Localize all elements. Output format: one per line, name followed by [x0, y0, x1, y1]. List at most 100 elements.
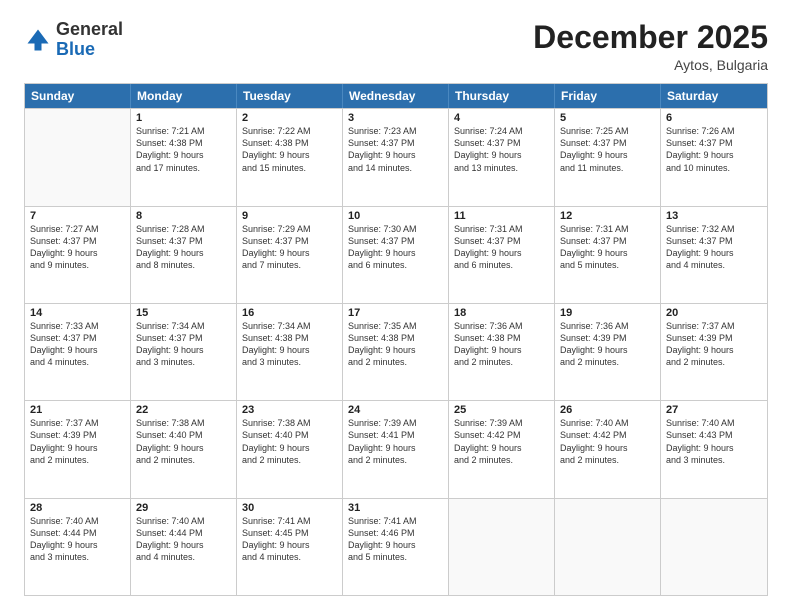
calendar-cell	[555, 499, 661, 595]
cell-info: Sunrise: 7:28 AM Sunset: 4:37 PM Dayligh…	[136, 223, 231, 272]
calendar-row: 14Sunrise: 7:33 AM Sunset: 4:37 PM Dayli…	[25, 303, 767, 400]
cell-info: Sunrise: 7:26 AM Sunset: 4:37 PM Dayligh…	[666, 125, 762, 174]
day-number: 8	[136, 210, 231, 222]
cell-info: Sunrise: 7:37 AM Sunset: 4:39 PM Dayligh…	[666, 320, 762, 369]
calendar-row: 1Sunrise: 7:21 AM Sunset: 4:38 PM Daylig…	[25, 108, 767, 205]
calendar-cell: 16Sunrise: 7:34 AM Sunset: 4:38 PM Dayli…	[237, 304, 343, 400]
calendar-cell: 3Sunrise: 7:23 AM Sunset: 4:37 PM Daylig…	[343, 109, 449, 205]
calendar-cell: 28Sunrise: 7:40 AM Sunset: 4:44 PM Dayli…	[25, 499, 131, 595]
calendar-cell: 26Sunrise: 7:40 AM Sunset: 4:42 PM Dayli…	[555, 401, 661, 497]
weekday-header: Tuesday	[237, 84, 343, 108]
day-number: 28	[30, 502, 125, 514]
calendar-cell: 7Sunrise: 7:27 AM Sunset: 4:37 PM Daylig…	[25, 207, 131, 303]
cell-info: Sunrise: 7:22 AM Sunset: 4:38 PM Dayligh…	[242, 125, 337, 174]
cell-info: Sunrise: 7:39 AM Sunset: 4:42 PM Dayligh…	[454, 417, 549, 466]
calendar-cell: 24Sunrise: 7:39 AM Sunset: 4:41 PM Dayli…	[343, 401, 449, 497]
calendar-cell	[661, 499, 767, 595]
weekday-header: Saturday	[661, 84, 767, 108]
cell-info: Sunrise: 7:27 AM Sunset: 4:37 PM Dayligh…	[30, 223, 125, 272]
calendar-cell: 14Sunrise: 7:33 AM Sunset: 4:37 PM Dayli…	[25, 304, 131, 400]
calendar-cell: 20Sunrise: 7:37 AM Sunset: 4:39 PM Dayli…	[661, 304, 767, 400]
day-number: 11	[454, 210, 549, 222]
calendar-cell: 15Sunrise: 7:34 AM Sunset: 4:37 PM Dayli…	[131, 304, 237, 400]
calendar-cell: 4Sunrise: 7:24 AM Sunset: 4:37 PM Daylig…	[449, 109, 555, 205]
calendar-header: SundayMondayTuesdayWednesdayThursdayFrid…	[25, 84, 767, 108]
cell-info: Sunrise: 7:37 AM Sunset: 4:39 PM Dayligh…	[30, 417, 125, 466]
calendar-cell: 23Sunrise: 7:38 AM Sunset: 4:40 PM Dayli…	[237, 401, 343, 497]
cell-info: Sunrise: 7:39 AM Sunset: 4:41 PM Dayligh…	[348, 417, 443, 466]
calendar-cell: 13Sunrise: 7:32 AM Sunset: 4:37 PM Dayli…	[661, 207, 767, 303]
location-subtitle: Aytos, Bulgaria	[533, 57, 768, 73]
cell-info: Sunrise: 7:23 AM Sunset: 4:37 PM Dayligh…	[348, 125, 443, 174]
cell-info: Sunrise: 7:41 AM Sunset: 4:46 PM Dayligh…	[348, 515, 443, 564]
calendar-cell: 2Sunrise: 7:22 AM Sunset: 4:38 PM Daylig…	[237, 109, 343, 205]
calendar-cell: 12Sunrise: 7:31 AM Sunset: 4:37 PM Dayli…	[555, 207, 661, 303]
calendar-cell	[25, 109, 131, 205]
day-number: 14	[30, 307, 125, 319]
calendar-cell: 25Sunrise: 7:39 AM Sunset: 4:42 PM Dayli…	[449, 401, 555, 497]
cell-info: Sunrise: 7:40 AM Sunset: 4:42 PM Dayligh…	[560, 417, 655, 466]
calendar-cell: 17Sunrise: 7:35 AM Sunset: 4:38 PM Dayli…	[343, 304, 449, 400]
day-number: 16	[242, 307, 337, 319]
day-number: 15	[136, 307, 231, 319]
cell-info: Sunrise: 7:30 AM Sunset: 4:37 PM Dayligh…	[348, 223, 443, 272]
cell-info: Sunrise: 7:24 AM Sunset: 4:37 PM Dayligh…	[454, 125, 549, 174]
day-number: 18	[454, 307, 549, 319]
cell-info: Sunrise: 7:38 AM Sunset: 4:40 PM Dayligh…	[242, 417, 337, 466]
calendar-cell: 1Sunrise: 7:21 AM Sunset: 4:38 PM Daylig…	[131, 109, 237, 205]
day-number: 29	[136, 502, 231, 514]
day-number: 21	[30, 404, 125, 416]
cell-info: Sunrise: 7:41 AM Sunset: 4:45 PM Dayligh…	[242, 515, 337, 564]
cell-info: Sunrise: 7:34 AM Sunset: 4:38 PM Dayligh…	[242, 320, 337, 369]
cell-info: Sunrise: 7:29 AM Sunset: 4:37 PM Dayligh…	[242, 223, 337, 272]
day-number: 3	[348, 112, 443, 124]
day-number: 22	[136, 404, 231, 416]
calendar-cell: 29Sunrise: 7:40 AM Sunset: 4:44 PM Dayli…	[131, 499, 237, 595]
month-title: December 2025	[533, 20, 768, 55]
calendar-row: 21Sunrise: 7:37 AM Sunset: 4:39 PM Dayli…	[25, 400, 767, 497]
weekday-header: Thursday	[449, 84, 555, 108]
day-number: 12	[560, 210, 655, 222]
cell-info: Sunrise: 7:36 AM Sunset: 4:38 PM Dayligh…	[454, 320, 549, 369]
calendar-cell: 27Sunrise: 7:40 AM Sunset: 4:43 PM Dayli…	[661, 401, 767, 497]
calendar-cell: 30Sunrise: 7:41 AM Sunset: 4:45 PM Dayli…	[237, 499, 343, 595]
cell-info: Sunrise: 7:32 AM Sunset: 4:37 PM Dayligh…	[666, 223, 762, 272]
calendar-cell: 31Sunrise: 7:41 AM Sunset: 4:46 PM Dayli…	[343, 499, 449, 595]
day-number: 26	[560, 404, 655, 416]
day-number: 9	[242, 210, 337, 222]
cell-info: Sunrise: 7:35 AM Sunset: 4:38 PM Dayligh…	[348, 320, 443, 369]
cell-info: Sunrise: 7:40 AM Sunset: 4:44 PM Dayligh…	[30, 515, 125, 564]
calendar: SundayMondayTuesdayWednesdayThursdayFrid…	[24, 83, 768, 596]
cell-info: Sunrise: 7:36 AM Sunset: 4:39 PM Dayligh…	[560, 320, 655, 369]
cell-info: Sunrise: 7:21 AM Sunset: 4:38 PM Dayligh…	[136, 125, 231, 174]
day-number: 27	[666, 404, 762, 416]
day-number: 30	[242, 502, 337, 514]
weekday-header: Sunday	[25, 84, 131, 108]
calendar-cell: 22Sunrise: 7:38 AM Sunset: 4:40 PM Dayli…	[131, 401, 237, 497]
weekday-header: Friday	[555, 84, 661, 108]
calendar-cell: 6Sunrise: 7:26 AM Sunset: 4:37 PM Daylig…	[661, 109, 767, 205]
cell-info: Sunrise: 7:34 AM Sunset: 4:37 PM Dayligh…	[136, 320, 231, 369]
calendar-row: 28Sunrise: 7:40 AM Sunset: 4:44 PM Dayli…	[25, 498, 767, 595]
cell-info: Sunrise: 7:31 AM Sunset: 4:37 PM Dayligh…	[560, 223, 655, 272]
day-number: 7	[30, 210, 125, 222]
calendar-cell: 8Sunrise: 7:28 AM Sunset: 4:37 PM Daylig…	[131, 207, 237, 303]
calendar-cell: 18Sunrise: 7:36 AM Sunset: 4:38 PM Dayli…	[449, 304, 555, 400]
day-number: 1	[136, 112, 231, 124]
day-number: 24	[348, 404, 443, 416]
calendar-cell: 5Sunrise: 7:25 AM Sunset: 4:37 PM Daylig…	[555, 109, 661, 205]
cell-info: Sunrise: 7:31 AM Sunset: 4:37 PM Dayligh…	[454, 223, 549, 272]
cell-info: Sunrise: 7:40 AM Sunset: 4:43 PM Dayligh…	[666, 417, 762, 466]
cell-info: Sunrise: 7:25 AM Sunset: 4:37 PM Dayligh…	[560, 125, 655, 174]
calendar-cell	[449, 499, 555, 595]
day-number: 31	[348, 502, 443, 514]
page: General Blue December 2025 Aytos, Bulgar…	[0, 0, 792, 612]
calendar-cell: 10Sunrise: 7:30 AM Sunset: 4:37 PM Dayli…	[343, 207, 449, 303]
logo-text: General Blue	[56, 20, 123, 60]
weekday-header: Wednesday	[343, 84, 449, 108]
calendar-cell: 19Sunrise: 7:36 AM Sunset: 4:39 PM Dayli…	[555, 304, 661, 400]
day-number: 4	[454, 112, 549, 124]
day-number: 10	[348, 210, 443, 222]
calendar-row: 7Sunrise: 7:27 AM Sunset: 4:37 PM Daylig…	[25, 206, 767, 303]
day-number: 13	[666, 210, 762, 222]
